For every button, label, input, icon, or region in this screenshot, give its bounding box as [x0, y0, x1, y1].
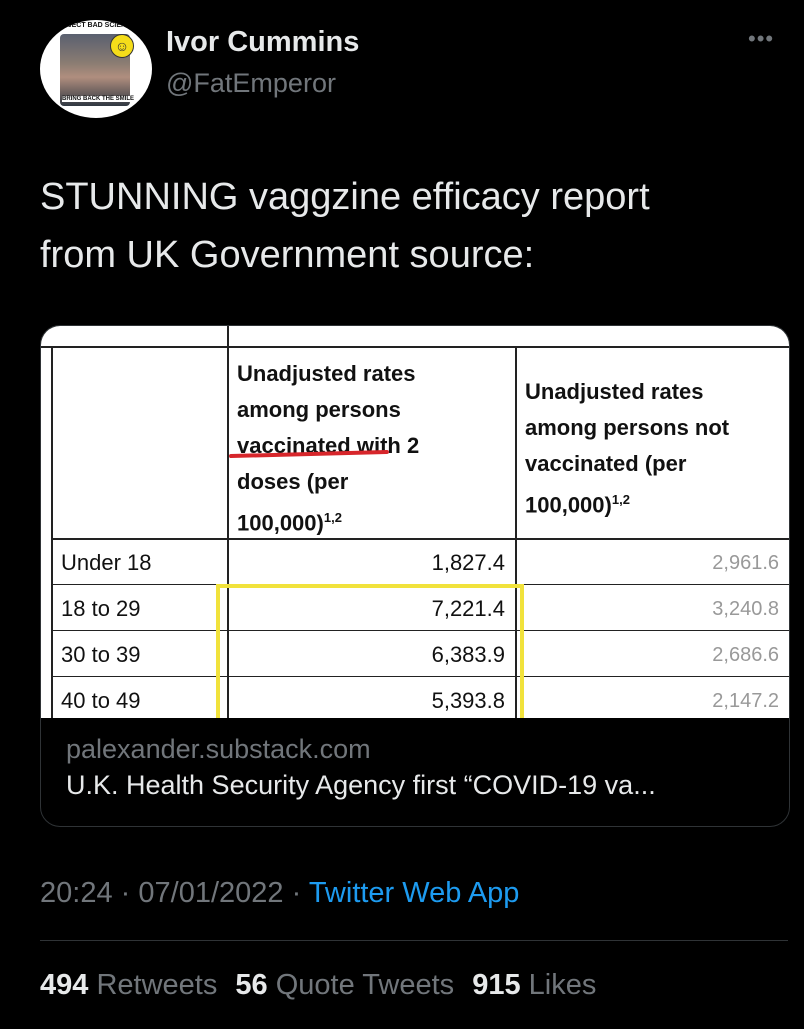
divider — [40, 940, 788, 941]
retweets-label: Retweets — [96, 969, 218, 1001]
retweets-count: 494 — [40, 969, 89, 1001]
tweet-date[interactable]: 07/01/2022 — [138, 877, 283, 909]
likes-count: 915 — [472, 969, 521, 1001]
header-line: vaccinated with 2 — [237, 433, 420, 458]
likes-label: Likes — [528, 969, 597, 1001]
table-cell-not-vaccinated: 2,961.6 — [712, 552, 779, 574]
likes-stat[interactable]: 915 Likes — [472, 969, 596, 1001]
tweet-text-line: from UK Government source: — [40, 234, 535, 276]
separator: · — [291, 877, 302, 909]
column-header-vaccinated: Unadjusted rates among persons vaccinate… — [237, 356, 419, 541]
table-cell-vaccinated: 1,827.4 — [431, 550, 505, 575]
smiley-icon: ☺ — [110, 34, 134, 58]
yellow-highlight-annotation — [216, 584, 524, 718]
table-line — [51, 348, 53, 718]
table-row-label: 18 to 29 — [61, 596, 141, 621]
header-superscript: 1,2 — [611, 492, 630, 507]
tweet-text-line: STUNNING vaggzine efficacy report — [40, 176, 650, 218]
card-title: U.K. Health Security Agency first “COVID… — [66, 770, 656, 800]
header-line: 100,000) — [237, 510, 324, 536]
table-line — [51, 538, 789, 540]
quote-tweets-count: 56 — [235, 969, 268, 1001]
tweet-text: STUNNING vaggzine efficacy report from U… — [40, 168, 770, 284]
header-line: vaccinated (per — [525, 451, 687, 476]
link-card[interactable]: Unadjusted rates among persons vaccinate… — [40, 325, 790, 827]
timestamp-row: 20:24 · 07/01/2022 · Twitter Web App — [40, 877, 519, 910]
table-cell-not-vaccinated: 2,147.2 — [712, 690, 779, 712]
quote-tweets-label: Quote Tweets — [275, 969, 455, 1001]
avatar-top-text: REJECT BAD SCIENCE — [58, 22, 136, 29]
avatar-bottom-text: BRING BACK THE SMILE — [62, 96, 134, 102]
header-line: doses (per — [237, 469, 349, 494]
retweets-stat[interactable]: 494 Retweets — [40, 969, 217, 1001]
card-image[interactable]: Unadjusted rates among persons vaccinate… — [41, 326, 789, 718]
more-horizontal-icon[interactable]: ••• — [748, 26, 774, 52]
header-superscript: 1,2 — [323, 510, 342, 525]
table-line — [41, 346, 789, 348]
header-line: Unadjusted rates — [237, 361, 416, 386]
card-domain: palexander.substack.com — [66, 734, 371, 764]
table-cell-not-vaccinated: 2,686.6 — [712, 644, 779, 666]
table-cell-not-vaccinated: 3,240.8 — [712, 598, 779, 620]
header-line: among persons — [237, 397, 401, 422]
author-handle[interactable]: @FatEmperor — [166, 68, 336, 99]
table-row-label: Under 18 — [61, 550, 152, 575]
header-line: among persons not — [525, 415, 730, 440]
table-row-label: 30 to 39 — [61, 642, 141, 667]
avatar[interactable]: REJECT BAD SCIENCE ☺ BRING BACK THE SMIL… — [40, 20, 152, 118]
column-header-not-vaccinated: Unadjusted rates among persons not vacci… — [525, 374, 729, 523]
author-display-name[interactable]: Ivor Cummins — [166, 26, 359, 59]
source-link[interactable]: Twitter Web App — [309, 877, 520, 909]
quote-tweets-stat[interactable]: 56 Quote Tweets — [235, 969, 454, 1001]
header-line-last: 100,000)1,2 — [525, 482, 729, 523]
header-line-last: 100,000)1,2 — [237, 500, 419, 541]
card-meta[interactable]: palexander.substack.com U.K. Health Secu… — [41, 718, 789, 826]
separator: · — [120, 877, 131, 909]
table-row-label: 40 to 49 — [61, 688, 141, 713]
header-line: 100,000) — [525, 492, 612, 518]
header-line: Unadjusted rates — [525, 379, 704, 404]
engagement-stats: 494 Retweets 56 Quote Tweets 915 Likes — [40, 969, 596, 1002]
tweet-time[interactable]: 20:24 — [40, 877, 113, 909]
